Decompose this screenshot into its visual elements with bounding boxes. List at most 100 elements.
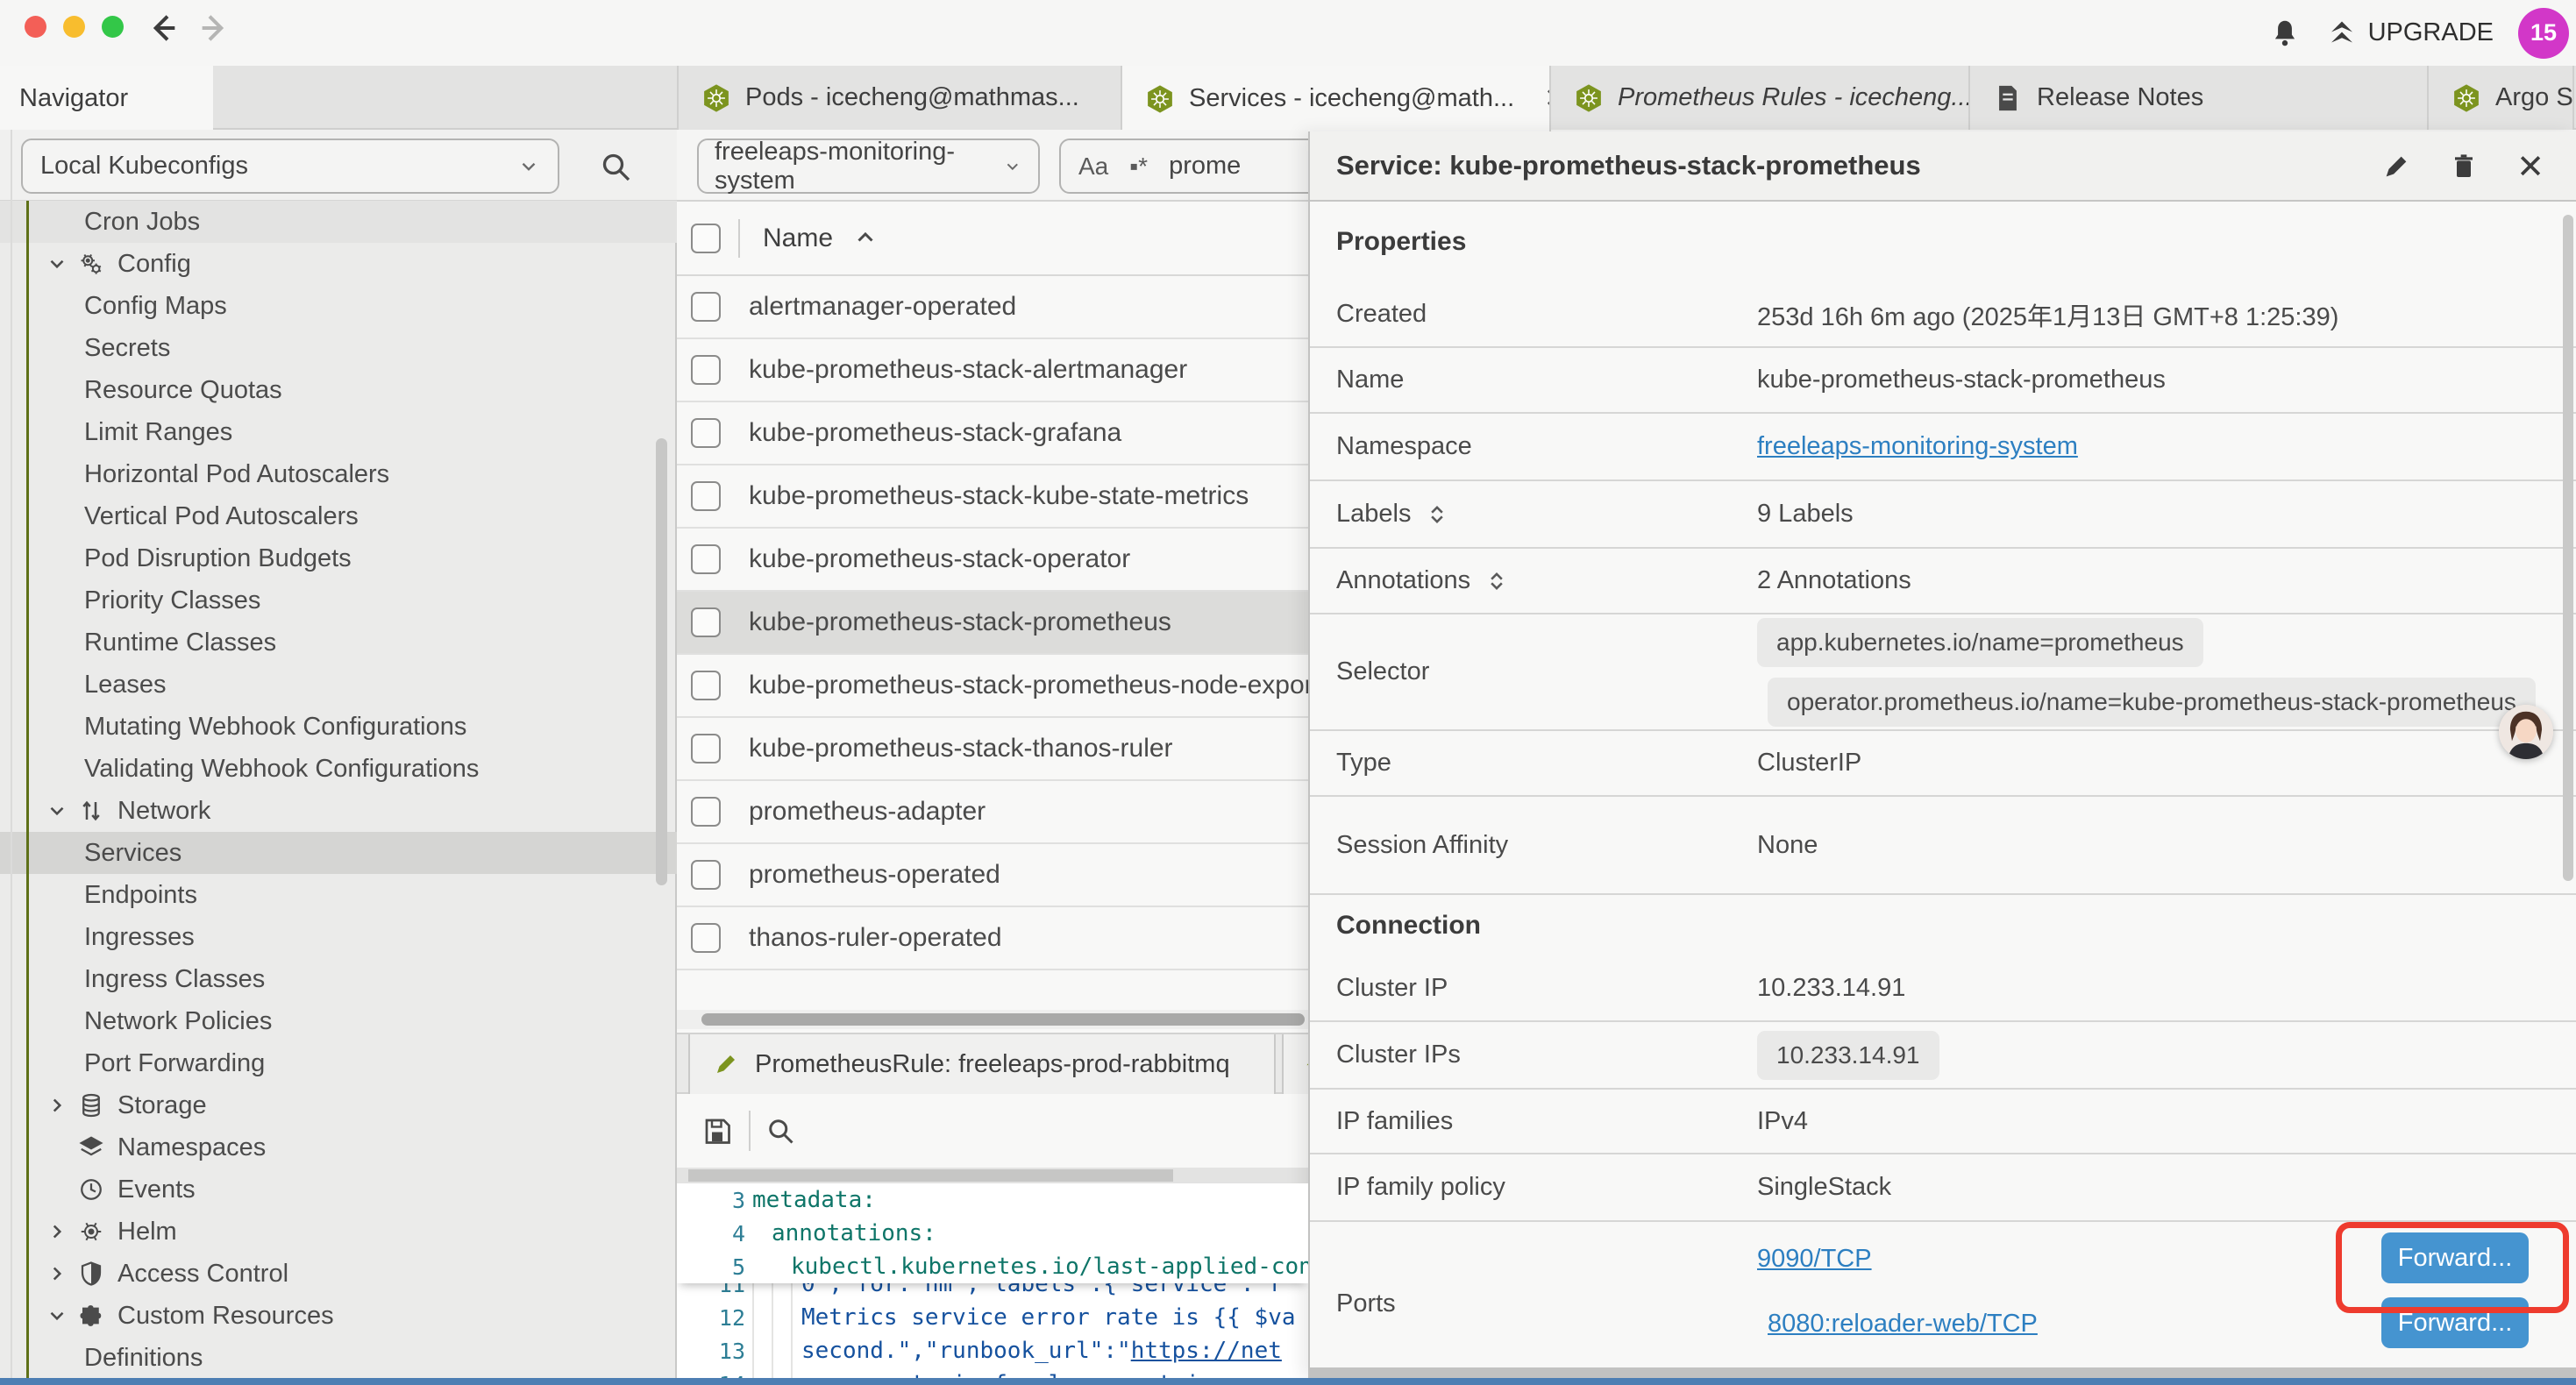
table-row[interactable]: kube-prometheus-stack-grafana [677,402,1308,465]
sidebar-item-port-forwarding[interactable]: Port Forwarding [0,1042,677,1084]
sidebar-item-cron-jobs[interactable]: Cron Jobs [0,201,677,243]
row-checkbox[interactable] [691,671,721,700]
tab-navigator[interactable]: Navigator [0,66,213,131]
row-checkbox[interactable] [691,544,721,574]
sidebar-item-pod-disruption-budgets[interactable]: Pod Disruption Budgets [0,537,677,579]
avatar[interactable] [2499,705,2553,759]
sidebar-item-access-control[interactable]: Access Control [0,1253,677,1295]
port-link[interactable]: 9090/TCP [1757,1245,1872,1274]
delete-icon[interactable] [2450,152,2478,181]
sidebar-item-events[interactable]: Events [0,1168,677,1211]
chevron-down-icon[interactable] [42,1304,72,1327]
bell-icon[interactable] [2268,16,2302,51]
sidebar-item-services[interactable]: Services [0,832,677,874]
close-tab-icon[interactable]: ✕ [1544,83,1551,114]
tab-argo-se[interactable]: Argo Se [2429,66,2574,130]
row-checkbox[interactable] [691,607,721,637]
table-row[interactable]: kube-prometheus-stack-kube-state-metrics [677,465,1308,529]
code-link[interactable]: https://net [1131,1338,1282,1364]
sidebar-item-definitions[interactable]: Definitions [0,1337,677,1378]
sidebar-item-network[interactable]: Network [0,790,677,832]
table-row[interactable]: kube-prometheus-stack-prometheus-node-ex… [677,655,1308,718]
editor-overview-thumb[interactable] [688,1169,1173,1182]
upgrade-button[interactable]: UPGRADE [2326,17,2494,50]
sidebar-item-ingresses[interactable]: Ingresses [0,916,677,958]
row-checkbox[interactable] [691,418,721,448]
table-row[interactable]: alertmanager-operated [677,276,1308,339]
forward-icon[interactable] [196,11,231,46]
namespace-select[interactable]: freeleaps-monitoring-system [697,138,1040,194]
editor-tab-prometheusrule[interactable]: PrometheusRule: freeleaps-prod-rabbitmq [688,1034,1276,1094]
horizontal-scrollbar-thumb[interactable] [701,1013,1305,1026]
panel-scrollbar[interactable] [2563,215,2573,881]
save-icon[interactable] [701,1115,733,1147]
sidebar-item-runtime-classes[interactable]: Runtime Classes [0,621,677,664]
sort-updown-icon[interactable] [1425,502,1449,527]
sidebar-item-vertical-pod-autoscalers[interactable]: Vertical Pod Autoscalers [0,495,677,537]
sidebar-item-leases[interactable]: Leases [0,664,677,706]
editor-tab-next[interactable] [1282,1034,1308,1094]
sidebar-item-limit-ranges[interactable]: Limit Ranges [0,411,677,453]
close-icon[interactable]: ✕ [2516,147,2544,187]
row-checkbox[interactable] [691,292,721,322]
namespace-link[interactable]: freeleaps-monitoring-system [1757,432,2078,461]
name-column-header[interactable]: Name [763,224,833,253]
row-checkbox[interactable] [691,797,721,827]
minimize-window-button[interactable] [63,16,85,38]
sidebar-item-custom-resources[interactable]: Custom Resources [0,1295,677,1337]
maximize-window-button[interactable] [102,16,124,38]
sidebar-item-horizontal-pod-autoscalers[interactable]: Horizontal Pod Autoscalers [0,453,677,495]
table-row[interactable]: thanos-ruler-operated [677,907,1308,970]
table-row[interactable]: kube-prometheus-stack-thanos-ruler [677,718,1308,781]
port-link[interactable]: 8080:reloader-web/TCP [1768,1310,2038,1339]
chevron-down-icon[interactable] [42,252,72,275]
edit-icon[interactable] [2381,152,2411,181]
chevron-right-icon[interactable] [42,1094,72,1117]
sidebar-item-config-maps[interactable]: Config Maps [0,285,677,327]
sidebar-scrollbar[interactable] [656,438,667,885]
table-row[interactable]: prometheus-operated [677,844,1308,907]
sidebar-item-helm[interactable]: Helm [0,1211,677,1253]
row-checkbox[interactable] [691,481,721,511]
row-checkbox[interactable] [691,734,721,764]
chevron-right-icon[interactable] [42,1220,72,1243]
notification-badge[interactable]: 15 [2518,8,2569,59]
select-all-checkbox[interactable] [691,224,721,253]
editor-search-icon[interactable] [765,1115,796,1147]
tab-pods-icecheng-mathmas[interactable]: Pods - icecheng@mathmas... [679,66,1122,130]
editor-overview-strip[interactable] [677,1168,1308,1183]
tab-release-notes[interactable]: Release Notes [1970,66,2429,130]
regex-icon[interactable]: ▪* [1129,153,1148,181]
sidebar-item-endpoints[interactable]: Endpoints [0,874,677,916]
row-checkbox[interactable] [691,860,721,890]
match-case-icon[interactable]: Aa [1078,153,1108,181]
sort-asc-icon[interactable] [852,225,879,252]
back-icon[interactable] [146,11,181,46]
table-row[interactable]: prometheus-adapter [677,781,1308,844]
chevron-right-icon[interactable] [42,1262,72,1285]
sidebar-item-storage[interactable]: Storage [0,1084,677,1126]
table-row[interactable]: kube-prometheus-stack-prometheus [677,592,1308,655]
name-filter-input[interactable]: Aa ▪* prome [1059,138,1308,194]
sidebar-item-config[interactable]: Config [0,243,677,285]
sidebar-item-ingress-classes[interactable]: Ingress Classes [0,958,677,1000]
yaml-editor[interactable]: 3metadata:4annotations:5kubectl.kubernet… [677,1183,1308,1378]
row-checkbox[interactable] [691,923,721,953]
tab-services-icecheng-math[interactable]: Services - icecheng@math...✕ [1122,66,1551,131]
sidebar-item-namespaces[interactable]: Namespaces [0,1126,677,1168]
row-checkbox[interactable] [691,355,721,385]
close-window-button[interactable] [25,16,46,38]
sidebar-item-network-policies[interactable]: Network Policies [0,1000,677,1042]
panel-bottom-scroll-track[interactable] [1308,1367,2576,1378]
table-row[interactable]: kube-prometheus-stack-operator [677,529,1308,592]
sidebar-item-mutating-webhook-configurations[interactable]: Mutating Webhook Configurations [0,706,677,748]
sidebar-item-validating-webhook-configurations[interactable]: Validating Webhook Configurations [0,748,677,790]
chevron-down-icon[interactable] [42,799,72,822]
horizontal-scrollbar[interactable] [677,1010,1308,1029]
search-icon[interactable] [598,149,633,184]
table-row[interactable]: kube-prometheus-stack-alertmanager [677,339,1308,402]
sidebar-item-resource-quotas[interactable]: Resource Quotas [0,369,677,411]
kubeconfig-select[interactable]: Local Kubeconfigs [21,138,559,194]
sort-updown-icon[interactable] [1484,569,1509,593]
sidebar-item-secrets[interactable]: Secrets [0,327,677,369]
